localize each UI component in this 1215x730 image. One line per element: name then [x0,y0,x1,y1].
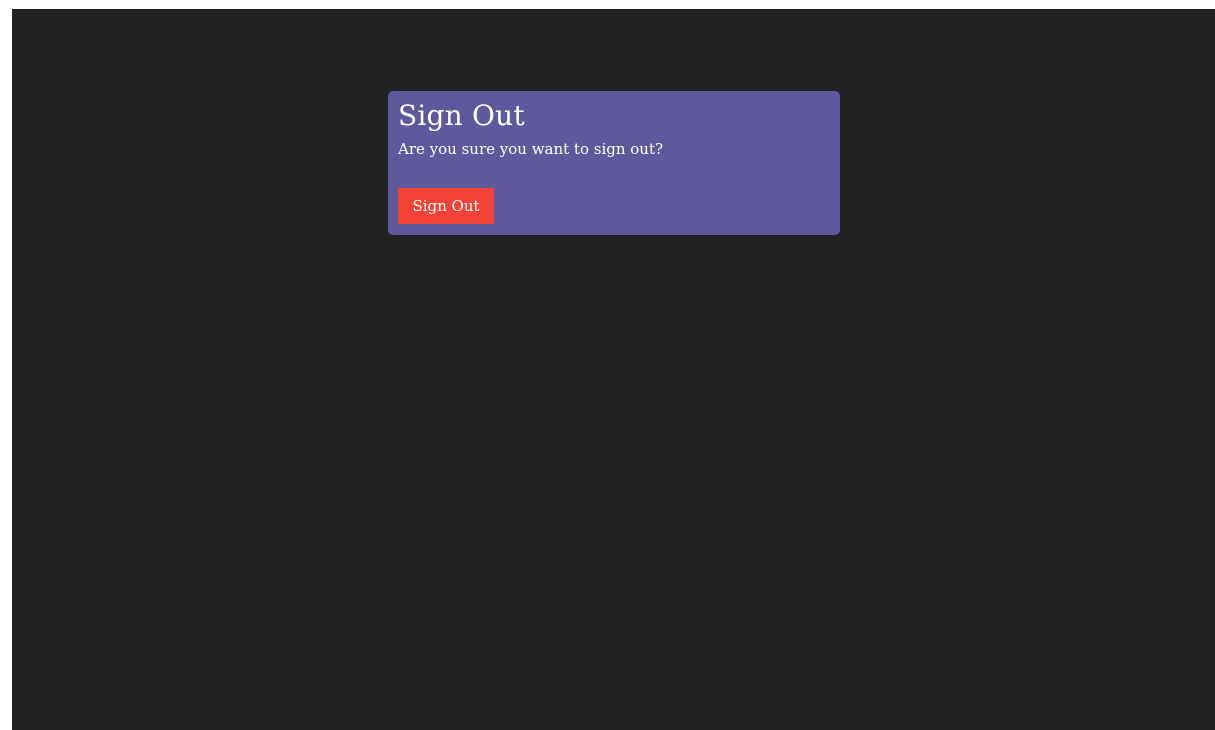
dialog-title: Sign Out [398,99,525,132]
dialog-message: Are you sure you want to sign out? [398,140,664,158]
sign-out-dialog: Sign Out Are you sure you want to sign o… [388,91,840,235]
app-screen: Sign Out Are you sure you want to sign o… [12,9,1215,730]
sign-out-button[interactable]: Sign Out [398,188,494,224]
